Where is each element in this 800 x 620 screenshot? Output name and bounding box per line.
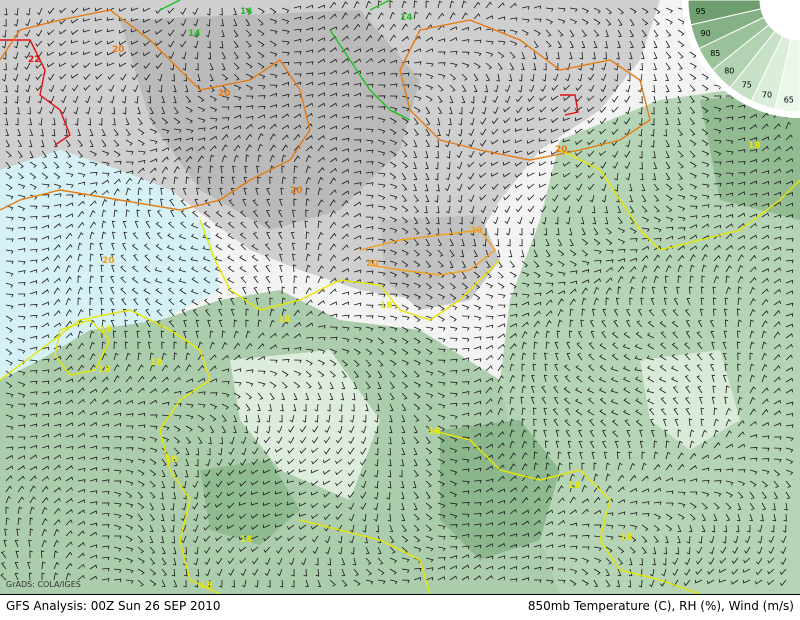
contour-label: 18 xyxy=(98,365,111,375)
contour-label: 18 xyxy=(380,301,393,311)
weather-map: 22 20 20 20 20 20 20 20 18 18 18 18 18 1… xyxy=(0,0,800,594)
legend-label: 90 xyxy=(701,29,711,38)
contour-label: 18 xyxy=(278,315,291,325)
contour-label: 16 xyxy=(100,325,113,335)
contour-label: 20 xyxy=(112,45,125,55)
footer-bar: GFS Analysis: 00Z Sun 26 SEP 2010 850mb … xyxy=(0,594,800,620)
contour-label: 14 xyxy=(240,7,253,17)
contour-label: 18 xyxy=(620,533,633,543)
contour-label: 20 xyxy=(555,145,568,155)
legend-label: 95 xyxy=(696,7,706,16)
legend-label: 65 xyxy=(784,95,794,104)
contour-label: 20 xyxy=(218,89,231,99)
legend-label: 75 xyxy=(742,81,752,90)
contour-label: 18 xyxy=(150,358,163,368)
contour-label: 20 xyxy=(102,256,115,266)
contour-label: 18 xyxy=(165,455,178,465)
legend-label: 85 xyxy=(710,49,720,58)
credit-text: GrADS: COLA/IGES xyxy=(6,580,81,589)
contour-label: 14 xyxy=(400,13,413,23)
contour-label: 14 xyxy=(188,29,201,39)
contour-label: 22 xyxy=(28,55,41,65)
contour-label: 18 xyxy=(240,535,253,545)
variables-label: 850mb Temperature (C), RH (%), Wind (m/s… xyxy=(527,599,794,613)
analysis-time-label: GFS Analysis: 00Z Sun 26 SEP 2010 xyxy=(6,599,221,613)
contour-label: 18 xyxy=(568,481,581,491)
legend-label: 70 xyxy=(762,90,772,99)
contour-label: 20 xyxy=(290,186,303,196)
legend-label: 80 xyxy=(724,67,734,76)
contour-label: 18 xyxy=(200,581,213,591)
contour-label: 18 xyxy=(748,141,761,151)
weather-map-frame: 22 20 20 20 20 20 20 20 18 18 18 18 18 1… xyxy=(0,0,800,620)
contour-label: 18 xyxy=(428,427,441,437)
contour-label: 20 xyxy=(366,259,379,269)
contour-label: 20 xyxy=(470,226,483,236)
